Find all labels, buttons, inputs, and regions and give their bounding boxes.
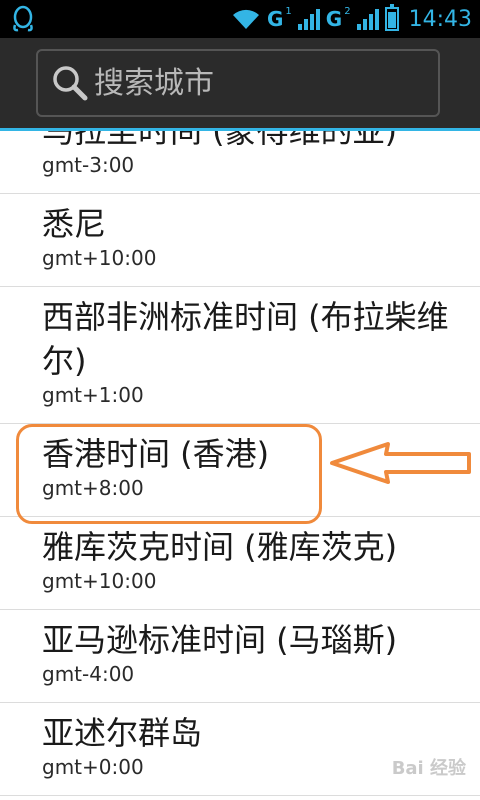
timezone-offset: gmt+10:00: [42, 569, 157, 593]
timezone-offset: gmt-3:00: [42, 153, 135, 177]
sim1-slot-label: 1: [285, 5, 292, 17]
watermark: Bai 经验: [391, 758, 466, 779]
timezone-item[interactable]: 马拉圭时间 (蒙得维的亚) gmt-3:00: [0, 131, 480, 194]
sim2-network-type: G: [325, 7, 343, 31]
timezone-name: 马拉圭时间 (蒙得维的亚): [42, 131, 398, 150]
timezone-item[interactable]: 香港时间 (香港) gmt+8:00: [0, 424, 480, 517]
search-header: [0, 38, 480, 131]
timezone-offset: gmt+1:00: [42, 383, 144, 407]
battery-level-fill: [387, 12, 396, 28]
wifi-icon: [233, 9, 259, 29]
timezone-name: 西部非洲标准时间 (布拉柴维尔): [42, 298, 449, 380]
timezone-offset: gmt+8:00: [42, 476, 144, 500]
timezone-name: 亚马逊标准时间 (马瑙斯): [42, 621, 398, 659]
timezone-list[interactable]: 马拉圭时间 (蒙得维的亚) gmt-3:00 悉尼 gmt+10:00 西部非洲…: [0, 131, 480, 800]
qq-penguin-icon: [13, 5, 33, 32]
status-clock: 14:43: [408, 6, 472, 32]
sim2-signal-icon: [356, 8, 379, 30]
timezone-item[interactable]: 亚马逊标准时间 (马瑙斯) gmt-4:00: [0, 610, 480, 703]
timezone-name: 香港时间 (香港): [42, 435, 270, 473]
timezone-item[interactable]: 西部非洲标准时间 (布拉柴维尔) gmt+1:00: [0, 287, 480, 424]
timezone-item[interactable]: 亚述尔群岛 gmt+0:00: [0, 703, 480, 796]
timezone-offset: gmt-4:00: [42, 662, 135, 686]
timezone-item[interactable]: 悉尼 gmt+10:00: [0, 194, 480, 287]
search-box[interactable]: [36, 49, 440, 117]
search-icon: [53, 66, 88, 101]
search-input[interactable]: [94, 63, 424, 103]
sim1-network-type: G: [267, 7, 284, 31]
timezone-name: 悉尼: [42, 205, 107, 243]
sim2-slot-label: 2: [344, 5, 351, 17]
timezone-item[interactable]: 雅库茨克时间 (雅库茨克) gmt+10:00: [0, 517, 480, 610]
timezone-name: 雅库茨克时间 (雅库茨克): [42, 528, 398, 566]
status-bar: G 1 G 2 14:43: [0, 0, 480, 38]
sim1-signal-icon: [297, 8, 320, 30]
battery-icon: [384, 4, 399, 31]
timezone-offset: gmt+10:00: [42, 246, 157, 270]
timezone-name: 亚述尔群岛: [42, 714, 203, 752]
